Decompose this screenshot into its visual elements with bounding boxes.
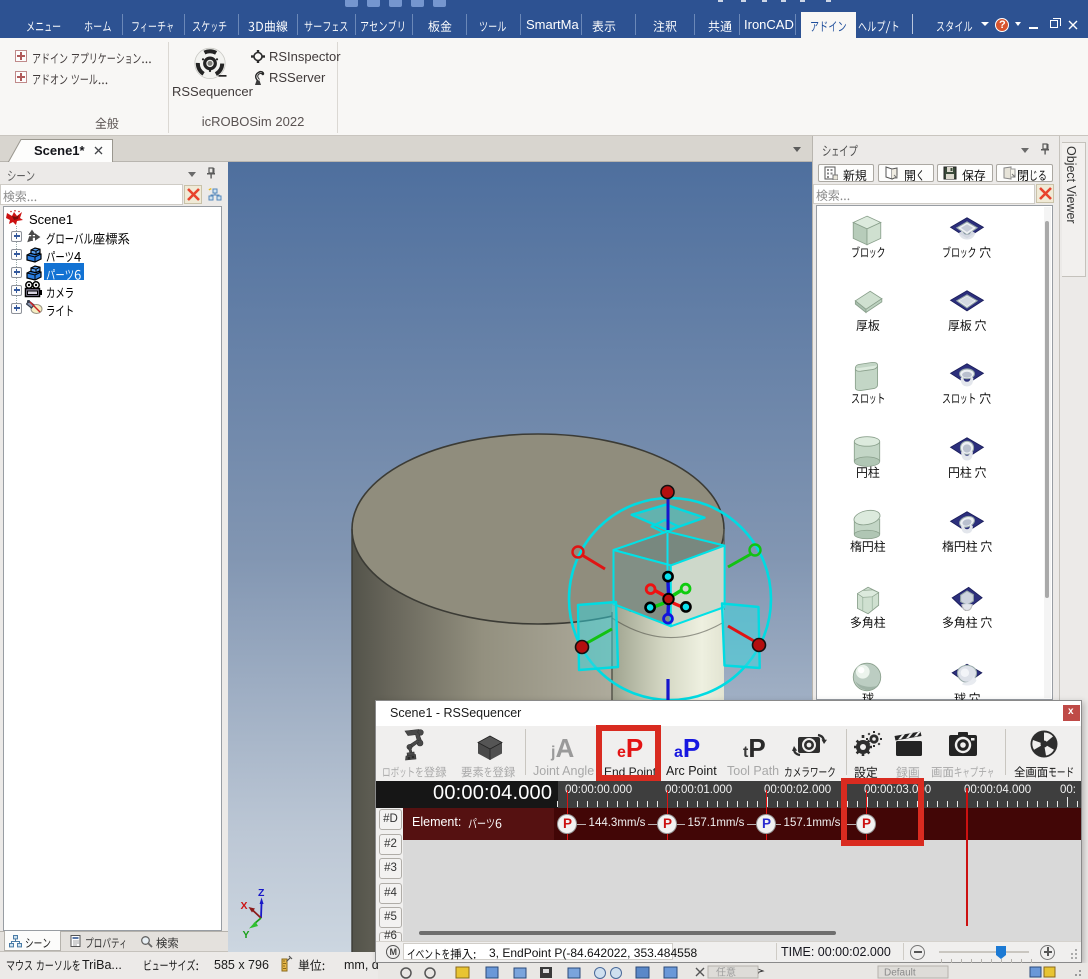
svg-text:Y: Y — [243, 929, 250, 941]
svg-text:Default: Default — [884, 968, 916, 979]
svg-text:X: X — [241, 900, 248, 912]
svg-text:Z: Z — [258, 887, 265, 899]
